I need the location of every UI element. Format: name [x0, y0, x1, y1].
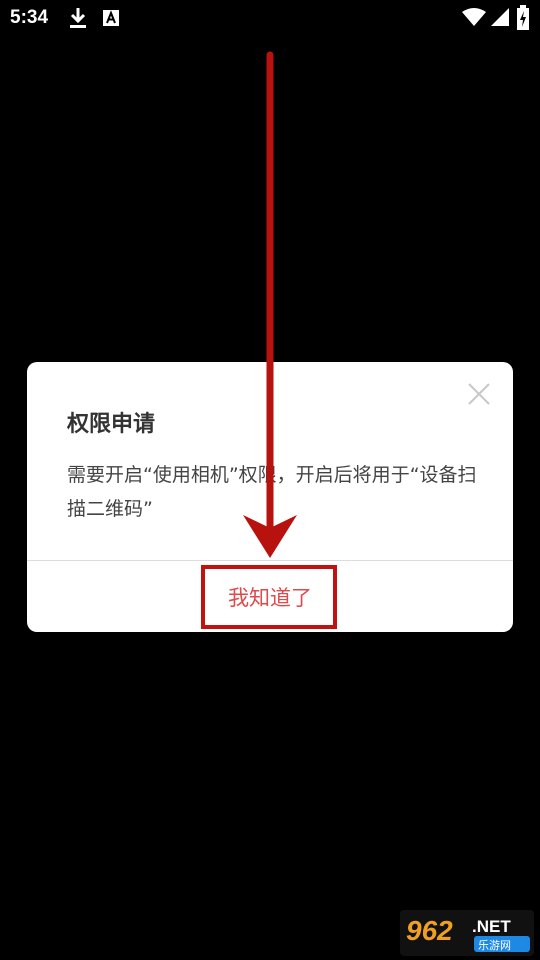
wifi-icon: [462, 8, 486, 26]
status-bar: 5:34: [0, 0, 540, 36]
download-icon: [70, 8, 86, 28]
dialog-title: 权限申请: [67, 412, 156, 437]
close-icon[interactable]: [467, 382, 491, 406]
status-time: 5:34: [10, 7, 49, 28]
svg-text:.NET: .NET: [472, 917, 511, 936]
svg-text:乐游网: 乐游网: [478, 939, 511, 952]
watermark-logo: 962 .NET 乐游网: [400, 910, 534, 956]
signal-icon: [491, 8, 509, 26]
battery-icon: [517, 5, 529, 30]
highlight-box: [201, 565, 337, 629]
a-icon: [103, 10, 119, 26]
dialog-message: 需要开启“使用相机”权限，开启后将用于“设备扫描二维码”: [67, 464, 477, 520]
svg-text:962: 962: [406, 915, 453, 946]
